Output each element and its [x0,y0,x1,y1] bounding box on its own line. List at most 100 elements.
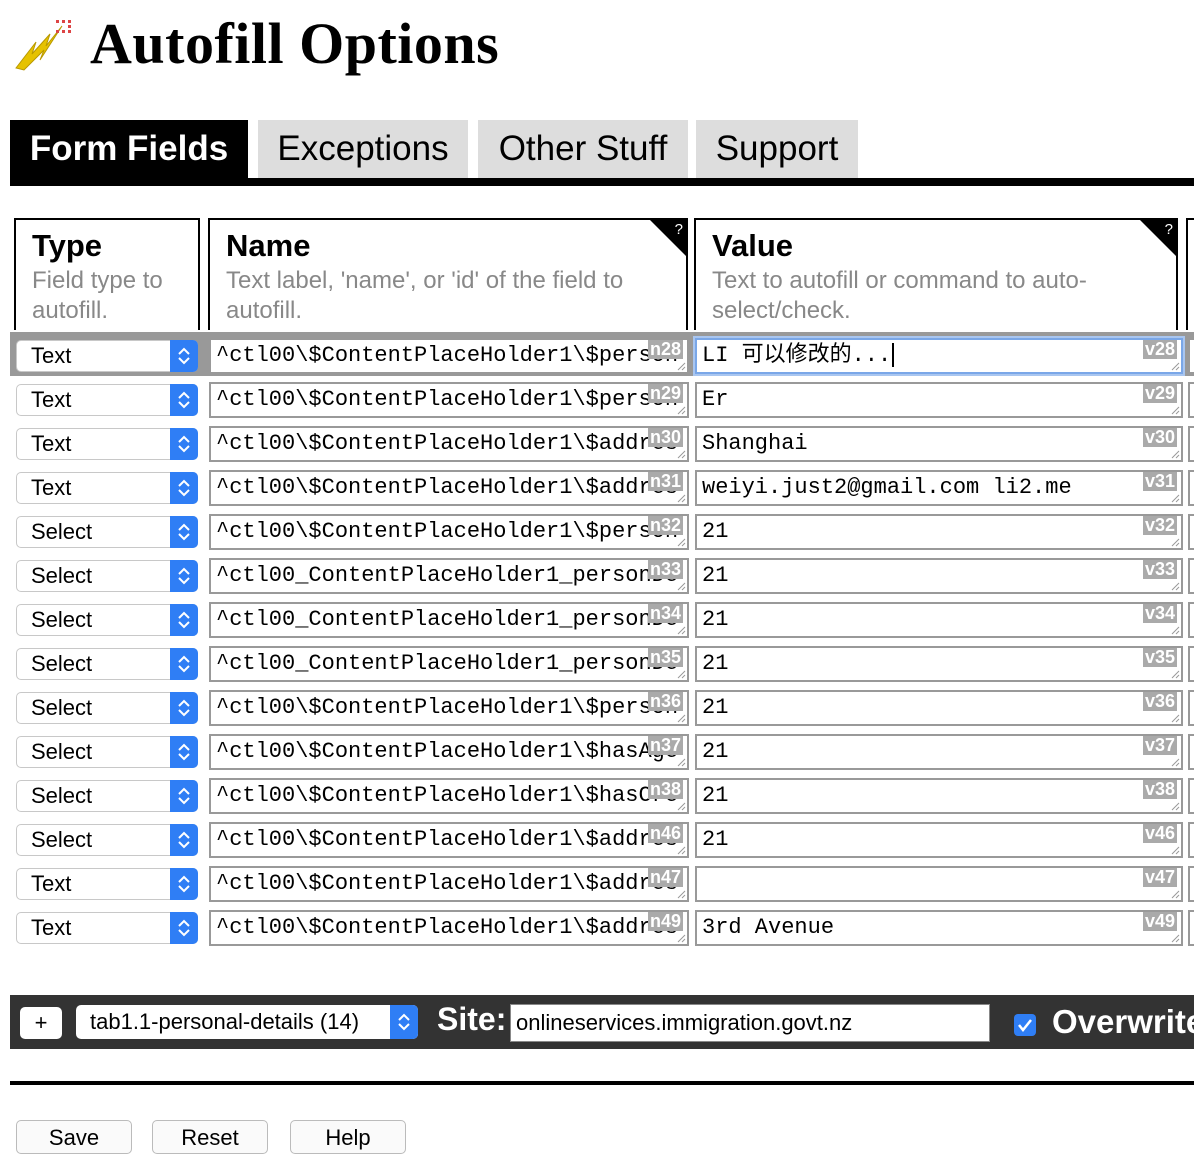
value-id-badge: v29 [1142,383,1177,403]
extra-column-field[interactable] [1188,602,1194,638]
reset-button[interactable]: Reset [152,1120,268,1154]
value-field[interactable]: Er v29 [695,382,1183,418]
extra-column-field[interactable] [1188,558,1194,594]
column-header-value: Value Text to autofill or command to aut… [694,218,1178,330]
type-select[interactable]: Select [16,516,198,548]
value-id-badge: v34 [1142,603,1177,623]
name-field-text: ^ctl00\$ContentPlaceHolder1\$person [216,387,679,412]
value-field[interactable]: weiyi.just2@gmail.com li2.me v31 [695,470,1183,506]
type-select[interactable]: Select [16,692,198,724]
extra-column-field[interactable] [1188,778,1194,814]
value-field[interactable]: 21 v33 [695,558,1183,594]
type-select[interactable]: Select [16,736,198,768]
name-field[interactable]: ^ctl00\$ContentPlaceHolder1\$person n29 [209,382,689,418]
chevron-updown-icon [170,428,198,460]
extra-column-field[interactable] [1188,866,1194,902]
extra-column-field[interactable] [1188,514,1194,550]
name-field[interactable]: ^ctl00_ContentPlaceHolder1_personDe n34 [209,602,689,638]
name-field[interactable]: ^ctl00_ContentPlaceHolder1_personDe n35 [209,646,689,682]
value-id-badge: v46 [1142,823,1177,843]
field-row: Text ^ctl00\$ContentPlaceHolder1\$person n… [10,332,1194,376]
page-title: Autofill Options [90,10,500,76]
value-field[interactable]: 3rd Avenue v49 [695,910,1183,946]
type-select-value: Select [31,827,93,852]
value-field[interactable]: 21 v35 [695,646,1183,682]
type-select-value: Text [31,431,72,456]
tab-form-fields[interactable]: Form Fields [10,120,248,178]
type-select-value: Select [31,607,93,632]
help-button[interactable]: Help [290,1120,406,1154]
rule-group-select[interactable]: tab1.1-personal-details (14) [76,1005,418,1039]
name-field[interactable]: ^ctl00\$ContentPlaceHolder1\$addres n30 [209,426,689,462]
name-field-text: ^ctl00\$ContentPlaceHolder1\$person [216,695,679,720]
value-field-text: weiyi.just2@gmail.com li2.me [702,475,1072,500]
extra-column-field[interactable] [1188,822,1194,858]
field-row: Select ^ctl00\$ContentPlaceHolder1\$addre… [10,816,1194,860]
name-field[interactable]: ^ctl00\$ContentPlaceHolder1\$person n28 [209,338,689,374]
name-field[interactable]: ^ctl00\$ContentPlaceHolder1\$hasAge n37 [209,734,689,770]
name-id-badge: n30 [647,427,683,447]
value-field[interactable]: 21 v37 [695,734,1183,770]
name-field-text: ^ctl00\$ContentPlaceHolder1\$addres [216,475,679,500]
value-field[interactable]: 21 v38 [695,778,1183,814]
overwrite-checkbox[interactable] [1014,1014,1036,1036]
extra-column-field[interactable] [1188,690,1194,726]
name-field[interactable]: ^ctl00\$ContentPlaceHolder1\$person n32 [209,514,689,550]
tab-support[interactable]: Support [696,120,858,178]
value-field[interactable]: 21 v32 [695,514,1183,550]
type-select-value: Select [31,519,93,544]
extra-column-field[interactable] [1188,338,1194,374]
name-field[interactable]: ^ctl00\$ContentPlaceHolder1\$addres n47 [209,866,689,902]
value-field[interactable]: 21 v36 [695,690,1183,726]
type-select[interactable]: Select [16,648,198,680]
extra-column-field[interactable] [1188,734,1194,770]
name-field[interactable]: ^ctl00\$ContentPlaceHolder1\$addres n46 [209,822,689,858]
help-question-icon[interactable]: ? [675,221,683,238]
value-field[interactable]: LI 可以修改的... v28 [695,338,1183,374]
type-select[interactable]: Text [16,912,198,944]
name-id-badge: n46 [647,823,683,843]
type-select[interactable]: Text [16,472,198,504]
site-input[interactable] [510,1004,990,1042]
extra-column-field[interactable] [1188,646,1194,682]
page-header: Autofill Options [10,8,499,78]
type-select[interactable]: Text [16,340,198,372]
type-select-value: Select [31,695,93,720]
save-button[interactable]: Save [16,1120,132,1154]
type-select[interactable]: Text [16,868,198,900]
type-select[interactable]: Text [16,384,198,416]
value-field[interactable]: Shanghai v30 [695,426,1183,462]
column-header-name: Name Text label, 'name', or 'id' of the … [208,218,688,330]
tab-exceptions[interactable]: Exceptions [258,120,468,178]
name-field-text: ^ctl00\$ContentPlaceHolder1\$addres [216,431,679,456]
field-row: Text ^ctl00\$ContentPlaceHolder1\$addres n… [10,904,1194,948]
value-field[interactable]: v47 [695,866,1183,902]
type-select[interactable]: Select [16,560,198,592]
name-id-badge: n36 [647,691,683,711]
name-field[interactable]: ^ctl00_ContentPlaceHolder1_personDe n33 [209,558,689,594]
value-field[interactable]: 21 v46 [695,822,1183,858]
type-select[interactable]: Select [16,780,198,812]
extra-column-field[interactable] [1188,382,1194,418]
name-id-badge: n28 [647,339,683,359]
extra-column-field[interactable] [1188,910,1194,946]
add-rule-button[interactable]: + [20,1007,62,1039]
name-id-badge: n49 [647,911,683,931]
field-row: Text ^ctl00\$ContentPlaceHolder1\$person n… [10,376,1194,420]
value-field-text: 21 [702,739,729,764]
extra-column-field[interactable] [1188,470,1194,506]
value-field[interactable]: 21 v34 [695,602,1183,638]
help-question-icon[interactable]: ? [1165,221,1173,238]
name-field[interactable]: ^ctl00\$ContentPlaceHolder1\$person n36 [209,690,689,726]
name-field[interactable]: ^ctl00\$ContentPlaceHolder1\$addres n49 [209,910,689,946]
name-field[interactable]: ^ctl00\$ContentPlaceHolder1\$addres n31 [209,470,689,506]
extra-column-field[interactable] [1188,426,1194,462]
name-field[interactable]: ^ctl00\$ContentPlaceHolder1\$hasCre n38 [209,778,689,814]
field-row: Select ^ctl00\$ContentPlaceHolder1\$hasAg… [10,728,1194,772]
type-select[interactable]: Text [16,428,198,460]
value-id-badge: v35 [1142,647,1177,667]
type-select[interactable]: Select [16,604,198,636]
type-select[interactable]: Select [16,824,198,856]
column-desc-name: Text label, 'name', or 'id' of the field… [226,267,624,324]
tab-other-stuff[interactable]: Other Stuff [478,120,688,178]
